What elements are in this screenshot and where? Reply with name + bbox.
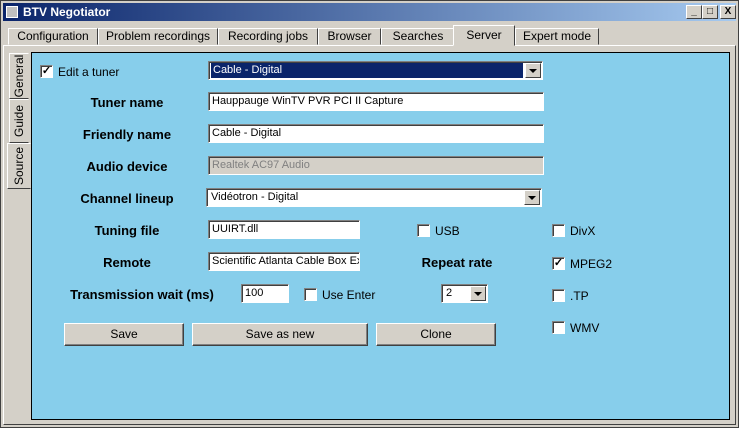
audio-device-label: Audio device [86,159,168,174]
wmv-label: WMV [570,321,600,335]
chevron-down-icon[interactable] [525,63,541,78]
friendly-name-field[interactable]: Cable - Digital [208,124,544,143]
tab-configuration[interactable]: Configuration [8,28,98,45]
edit-tuner-checkbox[interactable]: ✓ [40,65,53,78]
tab-expert-mode[interactable]: Expert mode [515,28,599,45]
tp-checkbox[interactable] [552,289,565,302]
repeat-rate-label: Repeat rate [421,255,493,270]
wmv-checkbox[interactable] [552,321,565,334]
channel-lineup-label: Channel lineup [80,191,174,206]
save-button[interactable]: Save [64,323,184,346]
remote-field[interactable]: Scientific Atlanta Cable Box Ex [208,252,360,271]
mpeg2-label: MPEG2 [570,257,613,271]
side-tab-guide[interactable]: Guide [9,99,29,143]
tuner-name-label: Tuner name [90,95,164,110]
source-panel: ✓ Edit a tuner Cable - Digital Tuner nam… [31,52,730,420]
tab-browser[interactable]: Browser [318,28,381,45]
mpeg2-checkbox[interactable]: ✓ [552,257,565,270]
side-tab-general[interactable]: General [9,53,29,99]
divx-checkbox[interactable] [552,224,565,237]
chevron-down-icon[interactable] [470,286,486,301]
tab-strip: Configuration Problem recordings Recordi… [3,25,736,46]
app-icon [6,6,18,18]
maximize-button[interactable]: □ [702,5,718,19]
tab-recording-jobs[interactable]: Recording jobs [218,28,318,45]
window-title: BTV Negotiator [23,5,111,19]
minimize-button[interactable]: _ [686,5,702,19]
edit-tuner-label: Edit a tuner [58,65,120,79]
clone-button[interactable]: Clone [376,323,496,346]
transmission-wait-field[interactable]: 100 [241,284,289,303]
tuning-file-label: Tuning file [94,223,160,238]
divx-label: DivX [570,224,596,238]
chevron-down-icon[interactable] [524,190,540,205]
repeat-rate-select[interactable]: 2 [441,284,488,303]
tp-label: .TP [570,289,589,303]
edit-tuner-select[interactable]: Cable - Digital [208,61,543,80]
transmission-wait-label: Transmission wait (ms) [70,287,214,302]
main-window: BTV Negotiator _ □ X Configuration Probl… [0,0,739,428]
channel-lineup-select[interactable]: Vidéotron - Digital [206,188,542,207]
use-enter-label: Use Enter [322,288,376,302]
save-as-new-button[interactable]: Save as new [192,323,368,346]
title-bar: BTV Negotiator _ □ X [3,3,736,21]
close-button[interactable]: X [720,5,736,19]
use-enter-checkbox[interactable] [304,288,317,301]
friendly-name-label: Friendly name [82,127,172,142]
side-tab-source[interactable]: Source [7,143,31,189]
usb-label: USB [435,224,460,238]
tuning-file-field[interactable]: UUIRT.dll [208,220,360,239]
usb-checkbox[interactable] [417,224,430,237]
tuner-name-field[interactable]: Hauppauge WinTV PVR PCI II Capture [208,92,544,111]
tab-problem-recordings[interactable]: Problem recordings [98,28,218,45]
tab-server[interactable]: Server [453,25,515,46]
tab-searches[interactable]: Searches [381,28,455,45]
remote-label: Remote [103,255,151,270]
audio-device-field: Realtek AC97 Audio [208,156,544,175]
